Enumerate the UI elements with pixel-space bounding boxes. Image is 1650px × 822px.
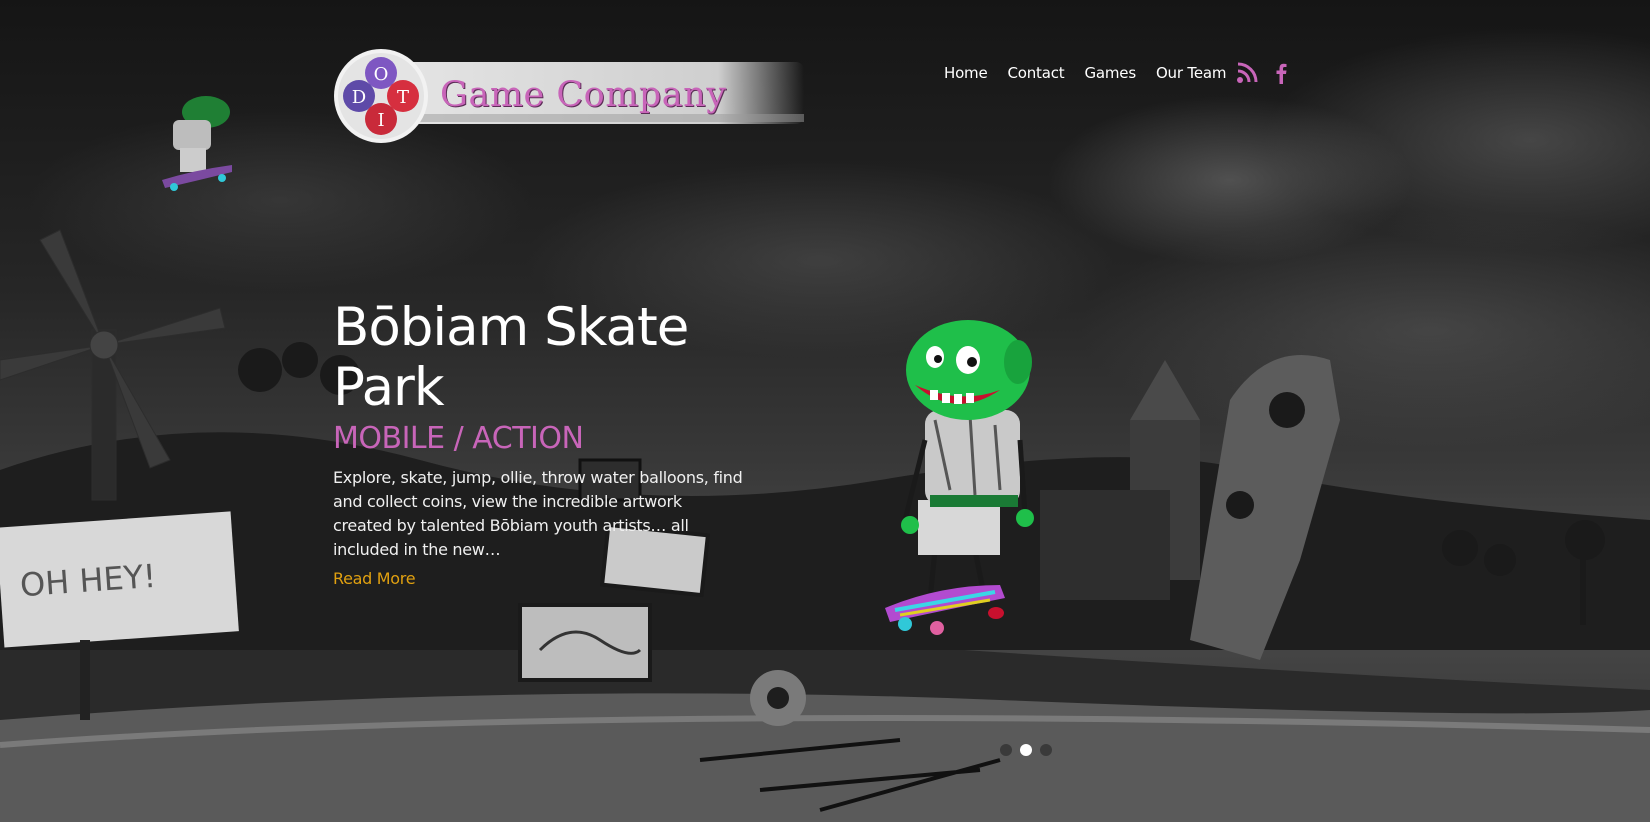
nav-home[interactable]: Home <box>944 64 988 82</box>
nav-contact[interactable]: Contact <box>1008 64 1065 82</box>
svg-text:D: D <box>352 87 366 108</box>
facebook-icon[interactable] <box>1270 62 1292 84</box>
rss-icon[interactable] <box>1236 62 1258 84</box>
slider-dot-2[interactable] <box>1020 744 1032 756</box>
nav-games[interactable]: Games <box>1084 64 1136 82</box>
nav-our-team[interactable]: Our Team <box>1156 64 1226 82</box>
slide-content: Bōbiam Skate Park MOBILE / ACTION Explor… <box>333 297 743 589</box>
slide-category: MOBILE / ACTION <box>333 421 584 456</box>
svg-text:O: O <box>374 64 389 85</box>
skate-park-scene: OH HEY! <box>0 96 1650 822</box>
read-more-link[interactable]: Read More <box>333 569 416 588</box>
slider-dot-1[interactable] <box>1000 744 1012 756</box>
hero-slider: OH HEY! D O I T Game Company Home Contac… <box>0 0 1650 822</box>
slider-dot-3[interactable] <box>1040 744 1052 756</box>
svg-text:T: T <box>397 87 409 108</box>
slide-title: Bōbiam Skate Park <box>333 297 689 418</box>
slider-pagination <box>1000 744 1052 756</box>
logo-company-name[interactable]: Game Company <box>440 75 726 115</box>
small-skater <box>162 96 232 191</box>
main-nav: Home Contact Games Our Team <box>944 64 1226 82</box>
slide-description: Explore, skate, jump, ollie, throw water… <box>333 468 743 559</box>
social-links <box>1236 62 1292 84</box>
svg-text:I: I <box>377 110 384 131</box>
